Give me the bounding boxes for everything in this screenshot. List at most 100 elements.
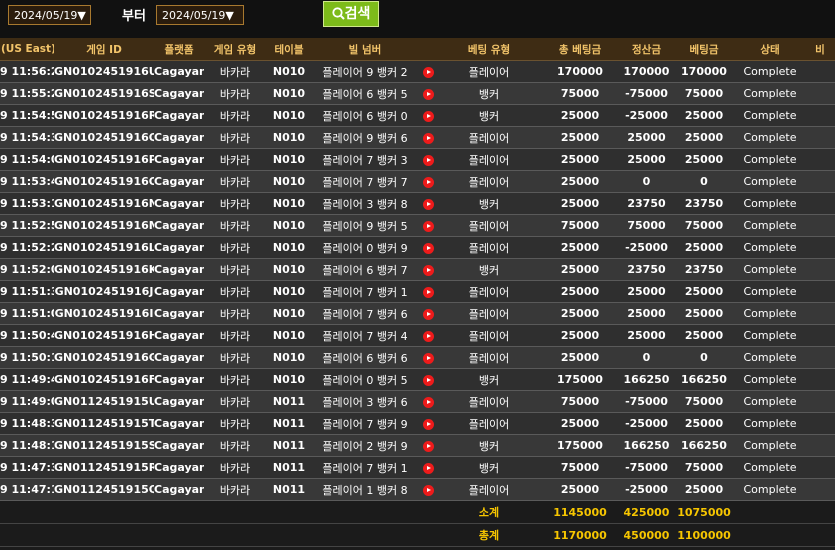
platform: Cagayan bbox=[154, 478, 204, 501]
subtotal-row: 소계 1145000 425000 1075000 bbox=[0, 500, 835, 524]
play-icon[interactable] bbox=[422, 88, 434, 100]
replay-cell[interactable] bbox=[418, 302, 438, 325]
bet-time: 9 11:47:12 bbox=[0, 478, 54, 501]
game-id: GN0102451916Q bbox=[54, 126, 154, 149]
replay-cell[interactable] bbox=[418, 412, 438, 435]
replay-cell[interactable] bbox=[418, 214, 438, 237]
replay-cell[interactable] bbox=[418, 258, 438, 281]
bet-amount: 75000 bbox=[673, 390, 735, 413]
table-id: N011 bbox=[266, 412, 312, 435]
bet-amount: 0 bbox=[673, 170, 735, 193]
settlement: -25000 bbox=[620, 236, 673, 259]
replay-cell[interactable] bbox=[418, 434, 438, 457]
bill-number: 플레이어 6 뱅커 6 bbox=[312, 346, 418, 369]
extra bbox=[805, 148, 835, 171]
play-icon[interactable] bbox=[422, 154, 434, 166]
replay-cell[interactable] bbox=[418, 148, 438, 171]
play-icon[interactable] bbox=[422, 264, 434, 276]
bill-number: 플레이어 0 뱅커 9 bbox=[312, 236, 418, 259]
replay-cell[interactable] bbox=[418, 82, 438, 105]
start-date-select[interactable]: 2024/05/19▼ bbox=[8, 5, 91, 25]
play-icon[interactable] bbox=[422, 484, 434, 496]
total-bet: 75000 bbox=[540, 214, 620, 237]
replay-cell[interactable] bbox=[418, 324, 438, 347]
game-type: 바카라 bbox=[204, 280, 266, 303]
bill-number: 플레이어 7 뱅커 7 bbox=[312, 170, 418, 193]
total-bet: 75000 bbox=[540, 456, 620, 479]
game-type: 바카라 bbox=[204, 434, 266, 457]
extra bbox=[805, 368, 835, 391]
total-bet: 75000 bbox=[540, 390, 620, 413]
replay-cell[interactable] bbox=[418, 192, 438, 215]
status: Complete bbox=[735, 324, 805, 347]
status: Complete bbox=[735, 346, 805, 369]
game-type: 바카라 bbox=[204, 192, 266, 215]
grand-total-row: 총계 1170000 450000 1100000 bbox=[0, 523, 835, 547]
play-icon[interactable] bbox=[422, 462, 434, 474]
platform: Cagayan bbox=[154, 302, 204, 325]
bill-number: 플레이어 1 뱅커 8 bbox=[312, 478, 418, 501]
replay-cell[interactable] bbox=[418, 126, 438, 149]
table-id: N010 bbox=[266, 214, 312, 237]
search-button[interactable]: 검색 bbox=[323, 1, 379, 27]
bet-time: 9 11:53:17 bbox=[0, 192, 54, 215]
play-icon[interactable] bbox=[422, 418, 434, 430]
extra bbox=[805, 412, 835, 435]
total-bet: 25000 bbox=[540, 104, 620, 127]
replay-cell[interactable] bbox=[418, 170, 438, 193]
replay-cell[interactable] bbox=[418, 60, 438, 83]
table-row: 9 11:49:48GN0102451916FCagayan바카라N010플레이… bbox=[0, 368, 835, 391]
empty-cell bbox=[54, 500, 154, 524]
extra bbox=[805, 192, 835, 215]
extra bbox=[805, 324, 835, 347]
play-icon[interactable] bbox=[422, 110, 434, 122]
status: Complete bbox=[735, 434, 805, 457]
game-type: 바카라 bbox=[204, 214, 266, 237]
settlement: 25000 bbox=[620, 324, 673, 347]
replay-cell[interactable] bbox=[418, 280, 438, 303]
table-id: N010 bbox=[266, 280, 312, 303]
extra bbox=[805, 280, 835, 303]
replay-cell[interactable] bbox=[418, 346, 438, 369]
platform: Cagayan bbox=[154, 390, 204, 413]
total-bet: 25000 bbox=[540, 346, 620, 369]
empty-cell bbox=[418, 523, 438, 547]
table-row: 9 11:54:35GN0102451916QCagayan바카라N010플레이… bbox=[0, 126, 835, 149]
replay-cell[interactable] bbox=[418, 368, 438, 391]
play-icon[interactable] bbox=[422, 374, 434, 386]
game-id: GN0102451916J bbox=[54, 280, 154, 303]
bet-type: 플레이어 bbox=[438, 126, 540, 149]
play-icon[interactable] bbox=[422, 198, 434, 210]
play-icon[interactable] bbox=[422, 330, 434, 342]
table-id: N010 bbox=[266, 148, 312, 171]
play-icon[interactable] bbox=[422, 220, 434, 232]
platform: Cagayan bbox=[154, 236, 204, 259]
settlement: -75000 bbox=[620, 456, 673, 479]
bet-amount: 75000 bbox=[673, 214, 735, 237]
play-icon[interactable] bbox=[422, 132, 434, 144]
replay-cell[interactable] bbox=[418, 478, 438, 501]
bet-type: 플레이어 bbox=[438, 324, 540, 347]
play-icon[interactable] bbox=[422, 396, 434, 408]
end-date-select[interactable]: 2024/05/19▼ bbox=[156, 5, 244, 25]
play-icon[interactable] bbox=[422, 176, 434, 188]
play-icon[interactable] bbox=[422, 286, 434, 298]
play-icon[interactable] bbox=[422, 440, 434, 452]
play-icon[interactable] bbox=[422, 66, 434, 78]
extra bbox=[805, 346, 835, 369]
replay-cell[interactable] bbox=[418, 236, 438, 259]
play-icon[interactable] bbox=[422, 242, 434, 254]
play-icon[interactable] bbox=[422, 352, 434, 364]
table-id: N010 bbox=[266, 82, 312, 105]
settlement: 166250 bbox=[620, 368, 673, 391]
bill-number: 플레이어 9 뱅커 5 bbox=[312, 214, 418, 237]
bet-time: 9 11:52:04 bbox=[0, 258, 54, 281]
play-icon[interactable] bbox=[422, 308, 434, 320]
replay-cell[interactable] bbox=[418, 390, 438, 413]
table-row: 9 11:56:27GN0102451916UCagayan바카라N010플레이… bbox=[0, 60, 835, 83]
replay-cell[interactable] bbox=[418, 456, 438, 479]
replay-cell[interactable] bbox=[418, 104, 438, 127]
game-id: GN0102451916N bbox=[54, 192, 154, 215]
table-row: 9 11:47:39GN0112451915RCagayan바카라N011플레이… bbox=[0, 456, 835, 479]
status: Complete bbox=[735, 258, 805, 281]
